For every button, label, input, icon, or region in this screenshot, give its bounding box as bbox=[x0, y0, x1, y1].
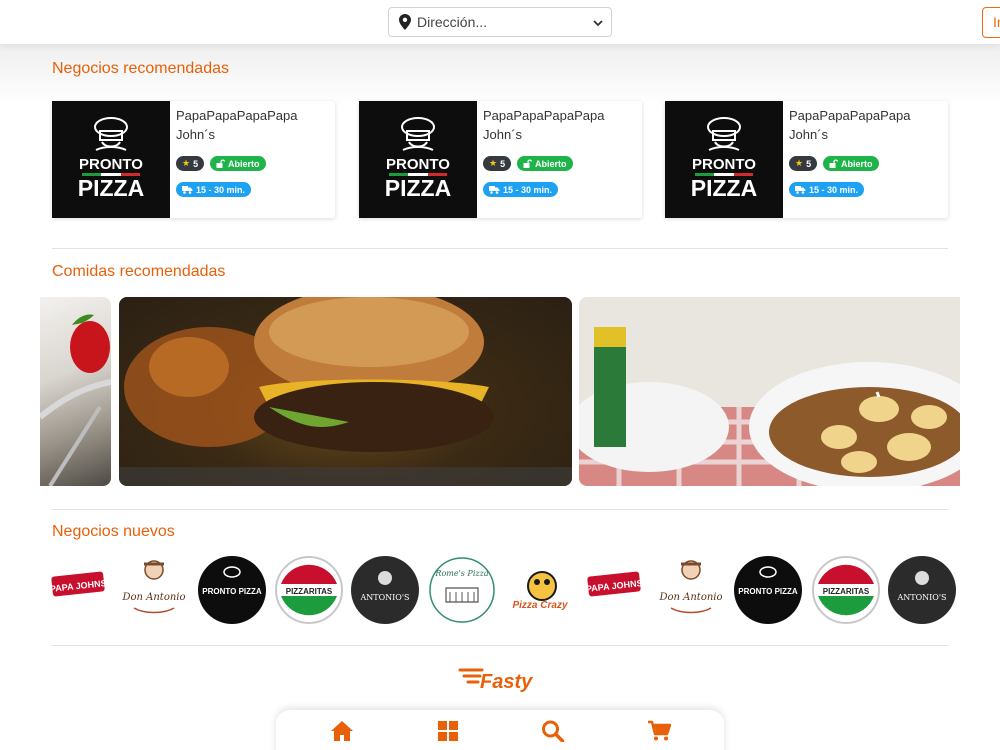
business-logo: PRONTO PIZZA bbox=[359, 101, 477, 218]
logo-text: PRONTO PIZZA bbox=[202, 587, 262, 596]
unlock-icon bbox=[829, 159, 838, 168]
home-icon[interactable] bbox=[330, 720, 354, 742]
rating-badge: ★ 5 bbox=[176, 156, 205, 171]
logo-text-top: PRONTO bbox=[79, 156, 143, 173]
don-antonio-logo[interactable]: Don Antonio bbox=[120, 556, 188, 624]
login-button[interactable]: In bbox=[982, 7, 1000, 38]
antonios-logo[interactable]: ANTONIO'S bbox=[351, 556, 419, 624]
rating-badge: ★ 5 bbox=[789, 156, 818, 171]
logo-text: PIZZARITAS bbox=[823, 587, 870, 596]
status-badge: Abierto bbox=[517, 156, 573, 171]
location-pin-icon bbox=[399, 14, 411, 30]
rating-value: 5 bbox=[806, 158, 812, 169]
address-placeholder: Dirección... bbox=[417, 14, 488, 30]
logo-text: Don Antonio bbox=[658, 592, 722, 603]
section-divider bbox=[52, 248, 948, 249]
logo-text: Rome's Pizza bbox=[434, 569, 488, 578]
bottom-navigation bbox=[276, 710, 724, 750]
business-logo: PRONTO PIZZA bbox=[665, 101, 783, 218]
unlock-icon bbox=[216, 159, 225, 168]
status-label: Abierto bbox=[841, 158, 873, 169]
business-card[interactable]: PRONTO PIZZA PapaPapaPapaPapa John´s ★ 5 … bbox=[665, 101, 948, 218]
section-divider bbox=[52, 509, 948, 510]
status-label: Abierto bbox=[535, 158, 567, 169]
business-logo: PRONTO PIZZA bbox=[52, 101, 170, 218]
star-icon: ★ bbox=[795, 158, 804, 168]
business-name[interactable]: PapaPapaPapaPapa John´s bbox=[176, 106, 326, 144]
pronto-pizza-logo[interactable]: PRONTO PIZZA bbox=[198, 556, 266, 624]
section-title-new-businesses: Negocios nuevos bbox=[52, 523, 175, 540]
business-card[interactable]: PRONTO PIZZA PapaPapaPapaPapa John´s ★ 5 … bbox=[52, 101, 335, 218]
section-title-recommended-foods: Comidas recomendadas bbox=[52, 263, 226, 280]
truck-icon bbox=[182, 186, 193, 194]
rating-badge: ★ 5 bbox=[483, 156, 512, 171]
rating-value: 5 bbox=[500, 158, 506, 169]
food-image-burger[interactable] bbox=[119, 297, 572, 486]
logo-text-bottom: PIZZA bbox=[691, 175, 757, 201]
star-icon: ★ bbox=[489, 158, 498, 168]
truck-icon bbox=[795, 186, 806, 194]
delivery-time: 15 - 30 min. bbox=[196, 184, 246, 195]
grid-icon[interactable] bbox=[436, 720, 460, 742]
papa-johns-logo[interactable]: PAPA JOHNS bbox=[580, 556, 648, 624]
status-badge: Abierto bbox=[210, 156, 266, 171]
logo-text: PRONTO PIZZA bbox=[738, 587, 798, 596]
star-icon: ★ bbox=[182, 158, 191, 168]
logo-text-bottom: PIZZA bbox=[78, 175, 144, 201]
don-antonio-logo[interactable]: Don Antonio bbox=[657, 556, 725, 624]
delivery-time: 15 - 30 min. bbox=[809, 184, 859, 195]
logo-text: ANTONIO'S bbox=[359, 593, 409, 602]
delivery-time-badge: 15 - 30 min. bbox=[176, 182, 252, 197]
logo-text-top: PRONTO bbox=[386, 156, 450, 173]
papa-johns-logo[interactable]: PAPA JOHNS bbox=[44, 556, 112, 624]
section-divider bbox=[52, 645, 948, 646]
delivery-time: 15 - 30 min. bbox=[503, 184, 553, 195]
cart-icon[interactable] bbox=[647, 720, 671, 742]
business-card[interactable]: PRONTO PIZZA PapaPapaPapaPapa John´s ★ 5 … bbox=[359, 101, 642, 218]
rating-value: 5 bbox=[193, 158, 199, 169]
logo-text-bottom: PIZZA bbox=[385, 175, 451, 201]
section-title-recommended-businesses: Negocios recomendadas bbox=[52, 60, 229, 77]
logo-text: PIZZARITAS bbox=[286, 587, 333, 596]
logo-text: Don Antonio bbox=[121, 592, 185, 603]
food-image-strawberry[interactable] bbox=[40, 297, 111, 486]
pizza-crazy-logo[interactable]: Pizza Crazy bbox=[506, 556, 574, 624]
chevron-down-icon bbox=[593, 20, 603, 27]
status-badge: Abierto bbox=[823, 156, 879, 171]
antonios-logo[interactable]: ANTONIO'S bbox=[888, 556, 956, 624]
business-name[interactable]: PapaPapaPapaPapa John´s bbox=[789, 106, 939, 144]
romes-pizza-logo[interactable]: Rome's Pizza bbox=[428, 556, 496, 624]
unlock-icon bbox=[523, 159, 532, 168]
fasty-logo: Fasty bbox=[458, 664, 548, 694]
address-select[interactable]: Dirección... bbox=[388, 7, 612, 37]
logo-text: ANTONIO'S bbox=[896, 593, 946, 602]
logo-text: Pizza Crazy bbox=[512, 600, 567, 611]
top-bar: Dirección... In bbox=[0, 0, 1000, 45]
brand-text: Fasty bbox=[480, 671, 533, 693]
food-image-cereal[interactable] bbox=[579, 297, 960, 486]
search-icon[interactable] bbox=[541, 720, 565, 742]
truck-icon bbox=[489, 186, 500, 194]
pizzaritas-logo[interactable]: PIZZARITAS bbox=[275, 556, 343, 624]
pizzaritas-logo[interactable]: PIZZARITAS bbox=[812, 556, 880, 624]
business-name[interactable]: PapaPapaPapaPapa John´s bbox=[483, 106, 633, 144]
delivery-time-badge: 15 - 30 min. bbox=[789, 182, 865, 197]
status-label: Abierto bbox=[228, 158, 260, 169]
delivery-time-badge: 15 - 30 min. bbox=[483, 182, 559, 197]
pronto-pizza-logo[interactable]: PRONTO PIZZA bbox=[734, 556, 802, 624]
logo-text-top: PRONTO bbox=[692, 156, 756, 173]
